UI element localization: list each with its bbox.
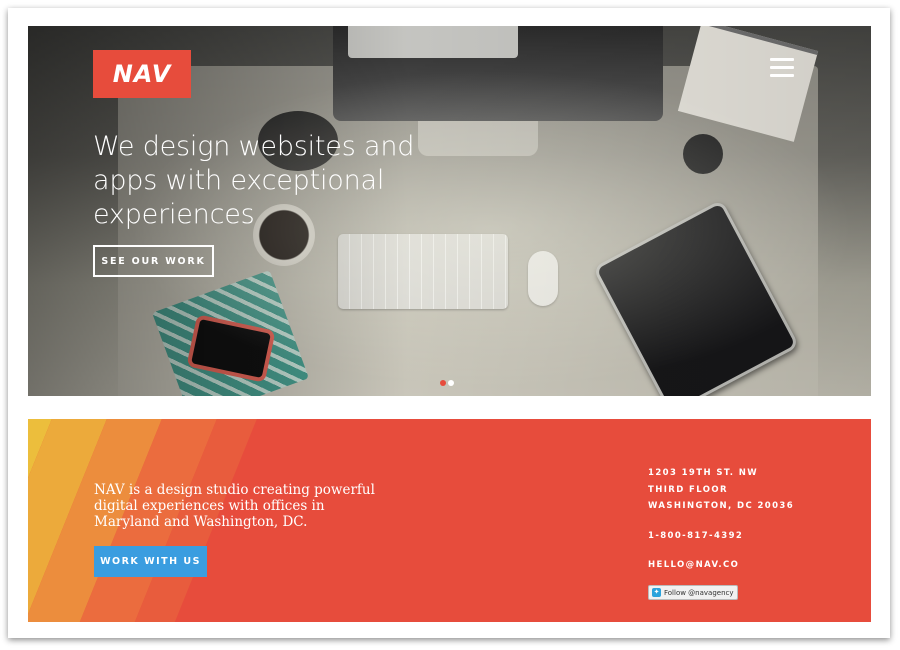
see-our-work-button[interactable]: SEE OUR WORK: [93, 245, 214, 277]
menu-bar-2: [770, 66, 794, 69]
hero-content: NAV We design websites and apps with exc…: [28, 26, 871, 396]
about-text: NAV is a design studio creating powerful…: [94, 482, 375, 530]
menu-bar-1: [770, 58, 794, 61]
email-link[interactable]: HELLO@NAV.CO: [648, 557, 794, 574]
slider-dot-2[interactable]: [448, 380, 454, 386]
menu-bar-3: [770, 74, 794, 77]
about-content: NAV is a design studio creating powerful…: [28, 419, 871, 622]
slider-dots: [440, 380, 454, 386]
page-frame: NAV We design websites and apps with exc…: [0, 0, 900, 650]
phone-link[interactable]: 1-800-817-4392: [648, 528, 794, 545]
hamburger-menu-icon[interactable]: [770, 58, 794, 78]
twitter-bird-icon: ✦: [652, 588, 661, 597]
contact-info: 1203 19TH ST. NW THIRD FLOOR WASHINGTON,…: [648, 465, 794, 574]
address-line-2: THIRD FLOOR: [648, 484, 728, 495]
logo-text: NAV: [112, 60, 172, 88]
logo[interactable]: NAV: [93, 50, 191, 98]
address-line-3: WASHINGTON, DC 20036: [648, 501, 795, 511]
slider-dot-1[interactable]: [440, 380, 446, 386]
address-line-1: 1203 19TH ST. NW: [648, 468, 759, 478]
hero-section: NAV We design websites and apps with exc…: [28, 26, 871, 396]
twitter-follow-label: Follow @navagency: [664, 588, 734, 597]
work-with-us-button[interactable]: WORK WITH US: [94, 546, 207, 577]
hero-headline: We design websites and apps with excepti…: [93, 131, 415, 230]
about-band: NAV is a design studio creating powerful…: [28, 419, 871, 622]
twitter-follow-button[interactable]: ✦ Follow @navagency: [648, 585, 738, 600]
